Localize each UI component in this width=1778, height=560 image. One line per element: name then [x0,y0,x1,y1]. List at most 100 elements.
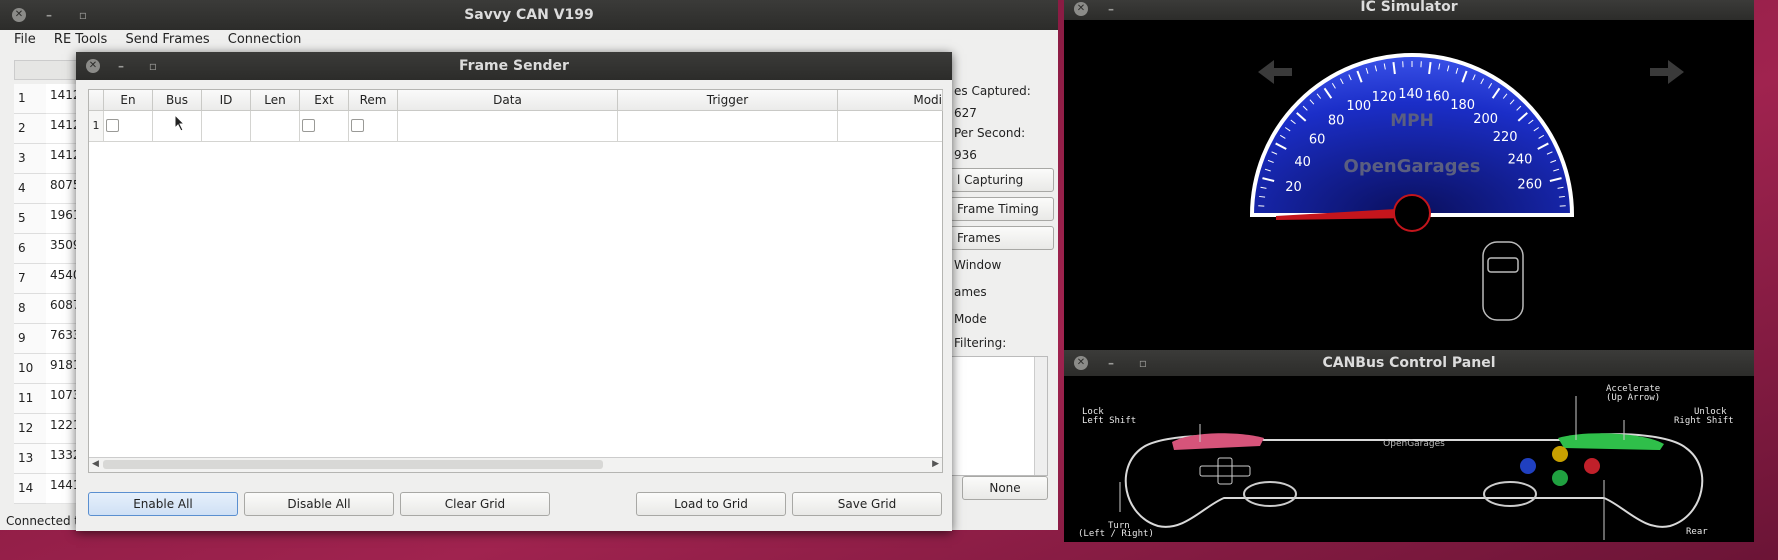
clear-grid-button[interactable]: Clear Grid [400,492,550,516]
close-icon[interactable]: ✕ [12,8,26,22]
disable-all-button[interactable]: Disable All [244,492,394,516]
menu-re-tools[interactable]: RE Tools [54,32,107,47]
minimize-icon[interactable]: – [1104,2,1118,16]
frames-captured-label: es Captured: [954,84,1031,98]
close-icon[interactable]: ✕ [1074,2,1088,16]
row-number[interactable]: 12 [14,414,50,444]
left-stick-icon[interactable] [1243,481,1297,507]
right-stick-icon[interactable] [1483,481,1537,507]
frames-captured-value: 627 [954,106,977,120]
maximize-icon[interactable]: ▫ [146,59,160,73]
cell-len[interactable] [251,111,300,142]
left-right-label: (Left / Right) [1078,529,1154,539]
b-button-icon[interactable] [1584,458,1600,474]
speed-tick-label: 160 [1425,90,1450,105]
canbus-control-panel-window: ✕ – ▫ CANBus Control Panel OpenGarages L… [1064,350,1754,542]
frame-grid[interactable]: En Bus ID Len Ext Rem Data Trigger Modi … [88,89,943,473]
minimize-icon[interactable]: – [114,59,128,73]
row-number[interactable]: 4 [14,174,50,204]
filter-list[interactable] [950,356,1048,476]
row-number[interactable]: 9 [14,324,50,354]
cell-ext[interactable] [300,111,349,142]
load-to-grid-button[interactable]: Load to Grid [636,492,786,516]
a-button-icon[interactable] [1552,470,1568,486]
speed-tick-label: 100 [1346,99,1371,114]
x-button-icon[interactable] [1520,458,1536,474]
minimize-icon[interactable]: – [42,8,56,22]
save-grid-button[interactable]: Save Grid [792,492,942,516]
status-bar: Connected to [6,514,87,528]
menu-send-frames[interactable]: Send Frames [125,32,209,47]
none-button[interactable]: None [962,476,1048,500]
column-id[interactable]: ID [202,90,251,111]
cell-id[interactable] [202,111,251,142]
cell-data[interactable] [398,111,618,142]
ic-simulator-titlebar: ✕ – IC Simulator [1064,0,1754,20]
column-trigger[interactable]: Trigger [618,90,838,111]
speed-tick-label: 180 [1450,98,1475,113]
frame-sender-titlebar: ✕ – ▫ Frame Sender [76,52,952,80]
row-number[interactable]: 13 [14,444,50,474]
cell-trigger[interactable] [618,111,838,142]
window-checkbox-label[interactable]: Window [954,258,1001,272]
row-number[interactable]: 11 [14,384,50,414]
horizontal-scrollbar[interactable]: ◀ ▶ [89,457,942,472]
speed-tick-label: 240 [1508,152,1533,167]
speed-tick-label: 20 [1285,180,1302,195]
row-number[interactable]: 6 [14,234,50,264]
window-title: Frame Sender [459,58,569,74]
frames-checkbox-label[interactable]: ames [954,285,987,299]
maximize-icon[interactable]: ▫ [1136,356,1150,370]
row-number[interactable]: 2 [14,114,50,144]
column-data[interactable]: Data [398,90,618,111]
maximize-icon[interactable]: ▫ [76,8,90,22]
enable-all-button[interactable]: Enable All [88,492,238,516]
dpad-vertical [1217,457,1233,485]
scroll-left-icon[interactable]: ◀ [92,459,99,469]
scroll-right-icon[interactable]: ▶ [932,459,939,469]
up-arrow-label: (Up Arrow) [1606,393,1661,403]
minimize-icon[interactable]: – [1104,356,1118,370]
mode-checkbox-label[interactable]: Mode [954,312,987,326]
speed-tick-label: 120 [1372,90,1397,105]
column-ext[interactable]: Ext [300,90,349,111]
dial-brand-label: OpenGarages [1344,156,1481,177]
column-en[interactable]: En [104,90,153,111]
row-number[interactable]: 7 [14,264,50,294]
menu-connection[interactable]: Connection [228,32,302,47]
dpad-icon[interactable] [1199,465,1251,477]
close-icon[interactable]: ✕ [1074,356,1088,370]
menu-file[interactable]: File [14,32,36,47]
ext-checkbox[interactable] [302,119,315,132]
cell-modifiers[interactable] [838,111,942,142]
speed-tick-label: 200 [1473,112,1498,127]
speed-tick-label: 80 [1328,113,1345,128]
en-checkbox[interactable] [106,119,119,132]
row-number[interactable]: 5 [14,204,50,234]
per-second-label: Per Second: [954,126,1026,140]
needle-hub [1393,194,1431,232]
row-number[interactable]: 8 [14,294,50,324]
y-button-icon[interactable] [1552,446,1568,462]
car-door-status-icon [1482,241,1524,321]
cell-rem[interactable] [349,111,398,142]
cell-en[interactable] [104,111,153,142]
frames-button[interactable]: Frames [950,226,1054,250]
gamepad-brand-label: OpenGarages [1383,439,1445,449]
row-number[interactable]: 10 [14,354,50,384]
close-icon[interactable]: ✕ [86,59,100,73]
rem-checkbox[interactable] [351,119,364,132]
scrollbar-thumb[interactable] [103,460,603,469]
row-number[interactable]: 3 [14,144,50,174]
column-rem[interactable]: Rem [349,90,398,111]
capturing-button[interactable]: l Capturing [950,168,1054,192]
row-number[interactable]: 14 [14,474,50,504]
frame-timing-button[interactable]: Frame Timing [950,197,1054,221]
window-title: CANBus Control Panel [1322,355,1496,371]
filter-scrollbar[interactable] [1034,357,1047,475]
column-len[interactable]: Len [251,90,300,111]
column-bus[interactable]: Bus [153,90,202,111]
row-number[interactable]: 1 [14,84,50,114]
window-title: Savvy CAN V199 [464,7,594,23]
column-modifiers[interactable]: Modi [838,90,943,111]
